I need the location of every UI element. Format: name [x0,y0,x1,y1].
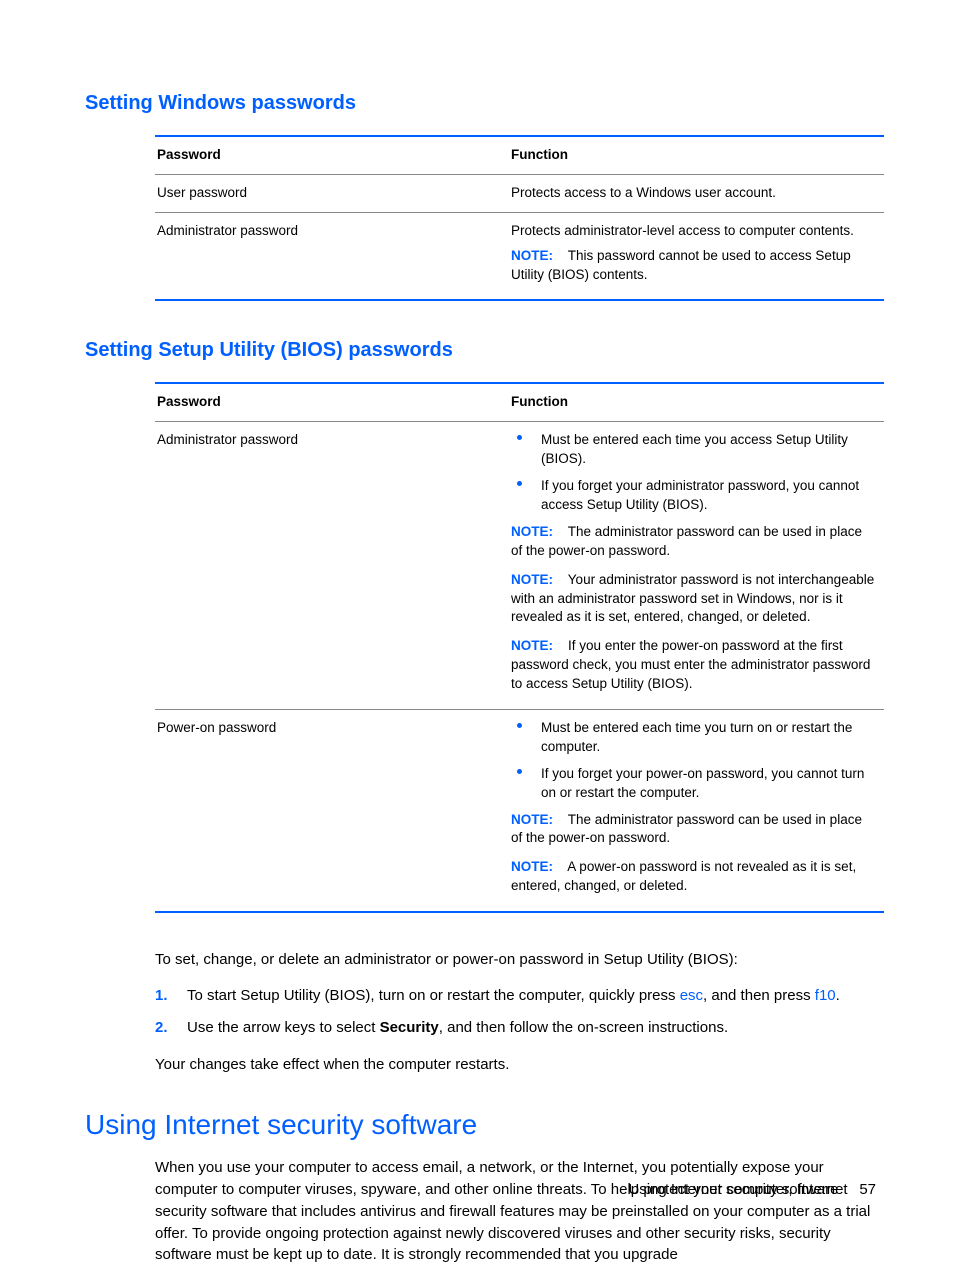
note-text: Your administrator password is not inter… [511,572,874,625]
note-label: NOTE: [511,248,553,263]
note-text: The administrator password can be used i… [511,524,862,558]
keyboard-key-f10: f10 [815,987,836,1004]
bullet-item: If you forget your administrator passwor… [511,477,876,515]
list-item: 2. Use the arrow keys to select Security… [155,1017,884,1040]
section-body: When you use your computer to access ema… [155,1157,884,1266]
bullet-icon [511,719,541,757]
table-header-row: Password Function [155,384,884,422]
note-block: NOTE: The administrator password can be … [511,523,876,561]
table-header-row: Password Function [155,137,884,175]
step-body: To start Setup Utility (BIOS), turn on o… [187,985,884,1008]
note-block: NOTE: A power-on password is not reveale… [511,858,876,896]
table-row: Power-on password Must be entered each t… [155,710,884,911]
note-block: NOTE: If you enter the power-on password… [511,637,876,694]
keyboard-key-esc: esc [680,987,703,1004]
step-number: 2. [155,1017,187,1040]
function-text: Protects administrator-level access to c… [511,222,876,241]
menu-name-security: Security [380,1019,439,1036]
instructions-list: 1. To start Setup Utility (BIOS), turn o… [155,985,884,1040]
list-item: 1. To start Setup Utility (BIOS), turn o… [155,985,884,1008]
heading-bios-passwords: Setting Setup Utility (BIOS) passwords [85,337,884,364]
instructions-outro: Your changes take effect when the comput… [155,1054,884,1076]
bullet-text: If you forget your administrator passwor… [541,477,876,515]
step-number: 1. [155,985,187,1008]
note-label: NOTE: [511,638,553,653]
note-block: NOTE: The administrator password can be … [511,811,876,849]
note-text: The administrator password can be used i… [511,812,862,846]
document-page: Setting Windows passwords Password Funct… [0,0,954,1270]
table-header-function: Function [509,137,884,174]
bullet-item: If you forget your power-on password, yo… [511,765,876,803]
bullet-text: Must be entered each time you access Set… [541,431,876,469]
note-label: NOTE: [511,812,553,827]
note-text: If you enter the power-on password at th… [511,638,870,691]
note-label: NOTE: [511,524,553,539]
password-name: Administrator password [155,213,509,300]
bullet-icon [511,765,541,803]
note-block: NOTE: This password cannot be used to ac… [511,247,876,285]
table-bios-passwords: Password Function Administrator password… [155,382,884,913]
table-header-password: Password [155,137,509,174]
password-function: Protects administrator-level access to c… [509,213,884,300]
instructions-intro: To set, change, or delete an administrat… [155,949,884,971]
table-row: User password Protects access to a Windo… [155,175,884,213]
password-name: User password [155,175,509,212]
password-function: Protects access to a Windows user accoun… [509,175,884,212]
table-row: Administrator password Must be entered e… [155,422,884,710]
password-name: Power-on password [155,710,509,911]
table-row: Administrator password Protects administ… [155,213,884,300]
page-footer: Using Internet security software 57 [628,1180,876,1200]
bullet-text: Must be entered each time you turn on or… [541,719,876,757]
footer-title: Using Internet security software [628,1181,838,1198]
bullet-item: Must be entered each time you turn on or… [511,719,876,757]
password-function: Must be entered each time you turn on or… [509,710,884,911]
bullet-icon [511,477,541,515]
step-body: Use the arrow keys to select Security, a… [187,1017,884,1040]
note-label: NOTE: [511,859,553,874]
page-number: 57 [859,1181,876,1198]
password-function: Must be entered each time you access Set… [509,422,884,709]
table-header-password: Password [155,384,509,421]
note-label: NOTE: [511,572,553,587]
heading-windows-passwords: Setting Windows passwords [85,90,884,117]
bullet-text: If you forget your power-on password, yo… [541,765,876,803]
bullet-item: Must be entered each time you access Set… [511,431,876,469]
heading-internet-security: Using Internet security software [85,1106,884,1144]
note-block: NOTE: Your administrator password is not… [511,571,876,628]
password-name: Administrator password [155,422,509,709]
table-header-function: Function [509,384,884,421]
table-windows-passwords: Password Function User password Protects… [155,135,884,301]
bullet-icon [511,431,541,469]
